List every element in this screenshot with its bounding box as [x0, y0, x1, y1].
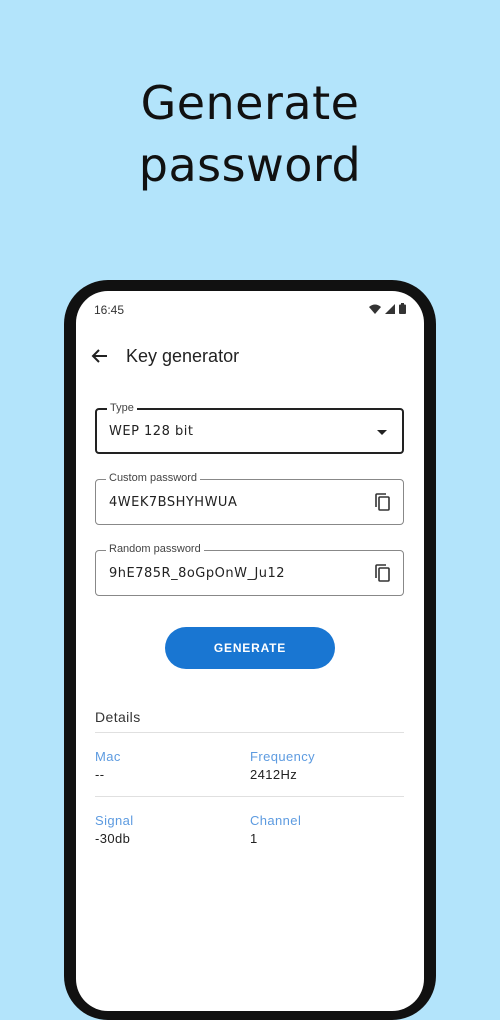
type-value: WEP 128 bit	[109, 424, 194, 439]
random-password-label: Random password	[106, 543, 204, 555]
type-select[interactable]: Type WEP 128 bit	[95, 402, 404, 454]
phone-screen: 16:45 Key generator Type WEP 128 bit Cus…	[76, 291, 424, 1011]
channel-label: Channel	[250, 813, 302, 828]
signal-label: Signal	[95, 813, 134, 828]
mac-value: --	[95, 767, 105, 782]
custom-password-field[interactable]: Custom password 4WEK7BSHYHWUA	[95, 472, 404, 525]
details-heading: Details	[95, 709, 141, 725]
generate-button[interactable]: GENERATE	[165, 627, 335, 669]
headline-line-1: Generate	[140, 76, 360, 130]
frequency-label: Frequency	[250, 749, 316, 764]
wifi-icon	[369, 304, 381, 314]
signal-value: -30db	[95, 831, 131, 846]
random-password-value: 9hE785R_8oGpOnW_Ju12	[109, 566, 286, 581]
type-label: Type	[107, 402, 137, 414]
copy-icon[interactable]	[373, 492, 393, 512]
headline-line-2: password	[138, 138, 362, 192]
app-bar-title: Key generator	[126, 346, 240, 366]
frequency-value: 2412Hz	[250, 767, 298, 782]
dropdown-arrow-icon[interactable]	[372, 422, 392, 442]
status-time: 16:45	[94, 303, 125, 317]
cell-signal-icon	[385, 303, 395, 314]
custom-password-value: 4WEK7BSHYHWUA	[109, 495, 238, 510]
copy-icon[interactable]	[373, 563, 393, 583]
back-arrow-icon[interactable]	[90, 346, 110, 366]
divider	[95, 796, 404, 797]
status-icons	[369, 303, 406, 314]
divider	[95, 732, 404, 733]
mac-label: Mac	[95, 749, 121, 764]
custom-password-label: Custom password	[106, 472, 201, 484]
random-password-field[interactable]: Random password 9hE785R_8oGpOnW_Ju12	[95, 543, 404, 596]
promo-headline: Generate password	[0, 72, 500, 196]
channel-value: 1	[250, 831, 258, 846]
battery-icon	[399, 303, 406, 314]
